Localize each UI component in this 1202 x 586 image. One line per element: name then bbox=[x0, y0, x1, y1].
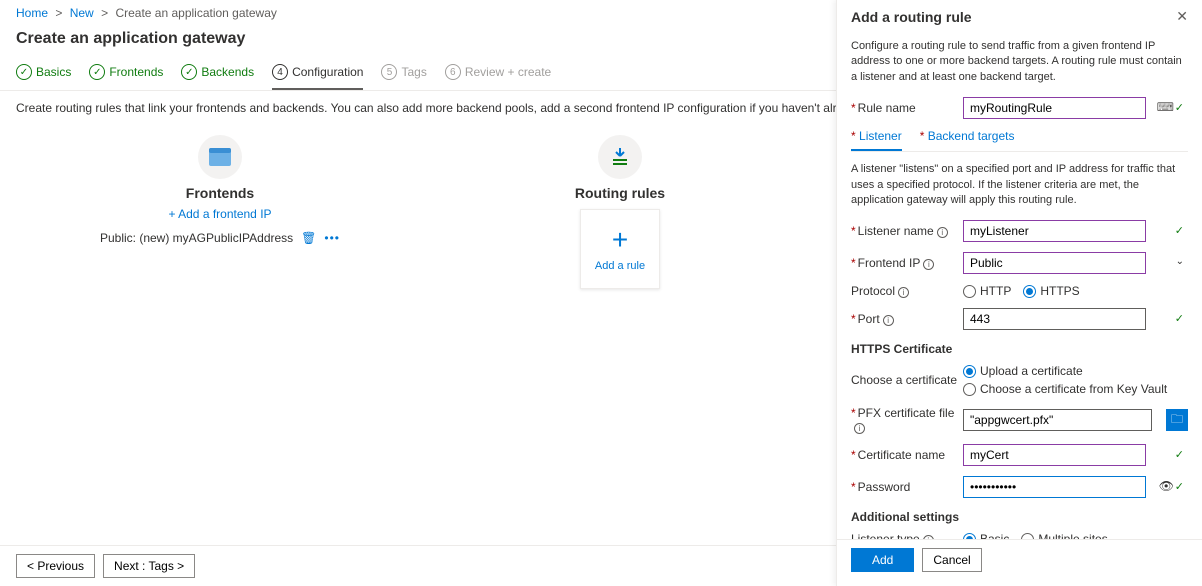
eye-icon[interactable]: 👁 bbox=[1159, 479, 1174, 493]
pfx-file-input[interactable] bbox=[963, 409, 1152, 431]
cert-name-label: *Certificate name bbox=[851, 448, 963, 462]
cert-upload-radio[interactable]: Upload a certificate bbox=[963, 364, 1167, 378]
listener-type-basic-radio[interactable]: Basic bbox=[963, 532, 1009, 539]
tab-configuration[interactable]: 4Configuration bbox=[272, 58, 363, 90]
chevron-down-icon: ⌄ bbox=[1176, 256, 1184, 267]
tab-review: 6Review + create bbox=[445, 58, 551, 90]
check-icon: ✓ bbox=[1175, 101, 1184, 114]
frontend-item-label: Public: (new) myAGPublicIPAddress bbox=[100, 231, 293, 245]
tab-basics[interactable]: ✓Basics bbox=[16, 58, 71, 90]
routing-column: Routing rules + Add a rule bbox=[480, 135, 760, 289]
close-icon[interactable]: ✕ bbox=[1176, 8, 1188, 25]
previous-button[interactable]: < Previous bbox=[16, 554, 95, 578]
listener-name-input[interactable] bbox=[963, 220, 1146, 242]
cert-name-input[interactable] bbox=[963, 444, 1146, 466]
choose-cert-label: Choose a certificate bbox=[851, 373, 963, 387]
listener-name-label: *Listener namei bbox=[851, 224, 963, 238]
password-label: *Password bbox=[851, 480, 963, 494]
plus-icon: + bbox=[612, 226, 628, 254]
tab-frontends[interactable]: ✓Frontends bbox=[89, 58, 163, 90]
delete-icon[interactable]: 🗑 bbox=[301, 231, 316, 245]
routing-heading: Routing rules bbox=[480, 185, 760, 201]
folder-icon[interactable]: 🗀 bbox=[1166, 409, 1188, 431]
listener-type-label: Listener typei bbox=[851, 532, 963, 539]
listener-type-multi-radio[interactable]: Multiple sites bbox=[1021, 532, 1107, 539]
subtab-listener[interactable]: * Listener bbox=[851, 129, 902, 151]
frontend-ip-select[interactable] bbox=[963, 252, 1146, 274]
tab-tags: 5Tags bbox=[381, 58, 426, 90]
routing-rule-panel: Add a routing rule ✕ Configure a routing… bbox=[836, 0, 1202, 586]
routing-icon bbox=[598, 135, 642, 179]
cert-keyvault-radio[interactable]: Choose a certificate from Key Vault bbox=[963, 382, 1167, 396]
add-frontend-link[interactable]: + Add a frontend IP bbox=[80, 207, 360, 221]
info-icon[interactable]: i bbox=[854, 423, 865, 434]
listener-description: A listener "listens" on a specified port… bbox=[851, 162, 1188, 208]
next-button[interactable]: Next : Tags > bbox=[103, 554, 195, 578]
check-icon: ✓ bbox=[1175, 448, 1184, 461]
frontends-heading: Frontends bbox=[80, 185, 360, 201]
subtab-backend[interactable]: * Backend targets bbox=[920, 129, 1015, 151]
panel-description: Configure a routing rule to send traffic… bbox=[851, 39, 1188, 85]
cancel-button[interactable]: Cancel bbox=[922, 548, 981, 572]
password-input[interactable] bbox=[963, 476, 1146, 498]
add-rule-label: Add a rule bbox=[595, 260, 645, 272]
frontends-icon bbox=[198, 135, 242, 179]
pfx-file-label: *PFX certificate filei bbox=[851, 406, 963, 434]
crumb-current: Create an application gateway bbox=[115, 6, 276, 20]
port-label: *Porti bbox=[851, 312, 963, 326]
frontends-column: Frontends + Add a frontend IP Public: (n… bbox=[80, 135, 360, 289]
crumb-home[interactable]: Home bbox=[16, 6, 48, 20]
keyboard-icon: ⌨ bbox=[1157, 100, 1174, 114]
rule-name-label: *Rule name bbox=[851, 101, 963, 115]
rule-name-input[interactable] bbox=[963, 97, 1146, 119]
check-icon: ✓ bbox=[1175, 224, 1184, 237]
wizard-footer: < Previous Next : Tags > bbox=[0, 545, 836, 586]
protocol-label: Protocoli bbox=[851, 284, 963, 298]
frontend-ip-label: *Frontend IPi bbox=[851, 256, 963, 270]
info-icon[interactable]: i bbox=[937, 227, 948, 238]
info-icon[interactable]: i bbox=[898, 287, 909, 298]
panel-title: Add a routing rule bbox=[851, 9, 972, 25]
check-icon: ✓ bbox=[1175, 480, 1184, 493]
tab-backends[interactable]: ✓Backends bbox=[181, 58, 254, 90]
additional-settings-heading: Additional settings bbox=[851, 510, 1188, 524]
protocol-https-radio[interactable]: HTTPS bbox=[1023, 284, 1079, 298]
add-rule-card[interactable]: + Add a rule bbox=[580, 209, 660, 289]
check-icon: ✓ bbox=[1175, 312, 1184, 325]
protocol-http-radio[interactable]: HTTP bbox=[963, 284, 1011, 298]
info-icon[interactable]: i bbox=[883, 315, 894, 326]
crumb-new[interactable]: New bbox=[70, 6, 94, 20]
port-input[interactable] bbox=[963, 308, 1146, 330]
more-icon[interactable]: ••• bbox=[324, 231, 340, 245]
info-icon[interactable]: i bbox=[923, 259, 934, 270]
https-cert-heading: HTTPS Certificate bbox=[851, 342, 1188, 356]
add-button[interactable]: Add bbox=[851, 548, 914, 572]
